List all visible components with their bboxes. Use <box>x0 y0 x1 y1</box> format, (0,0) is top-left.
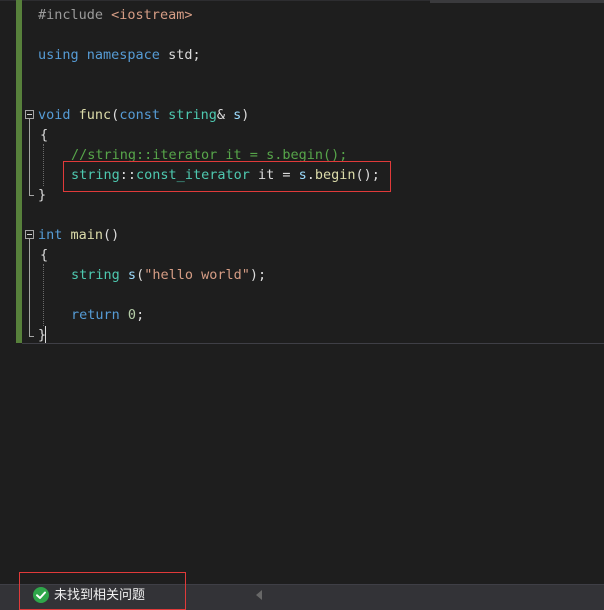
scroll-left-icon[interactable] <box>256 590 262 600</box>
code-line-open-brace[interactable]: { <box>40 245 48 265</box>
fold-range-line <box>29 119 30 195</box>
collapse-main-icon[interactable] <box>25 230 34 239</box>
code-editor[interactable]: #include <iostream> using namespace std;… <box>0 0 604 584</box>
highlight-box-status <box>19 572 186 610</box>
code-line-open-brace[interactable]: { <box>40 125 48 145</box>
highlight-box-code <box>63 161 391 192</box>
code-line-string-decl[interactable]: string s("hello world"); <box>71 265 266 285</box>
fold-range-line <box>29 239 30 336</box>
indent-guide <box>43 144 44 186</box>
code-line-func-decl[interactable]: void func(const string& s) <box>38 105 249 125</box>
code-end-divider <box>22 343 604 344</box>
fold-range-end <box>29 336 34 337</box>
indent-guide <box>43 264 44 326</box>
text-caret <box>45 326 46 343</box>
code-line-return[interactable]: return 0; <box>71 305 144 325</box>
code-line-close-brace[interactable]: } <box>38 185 46 205</box>
fold-range-end <box>29 195 34 196</box>
code-line-1[interactable]: #include <iostream> <box>38 5 192 25</box>
code-line-main-decl[interactable]: int main() <box>38 225 119 245</box>
code-line-2[interactable]: using namespace std; <box>38 45 201 65</box>
change-tracking-bar <box>16 0 22 343</box>
collapse-func-icon[interactable] <box>25 110 34 119</box>
